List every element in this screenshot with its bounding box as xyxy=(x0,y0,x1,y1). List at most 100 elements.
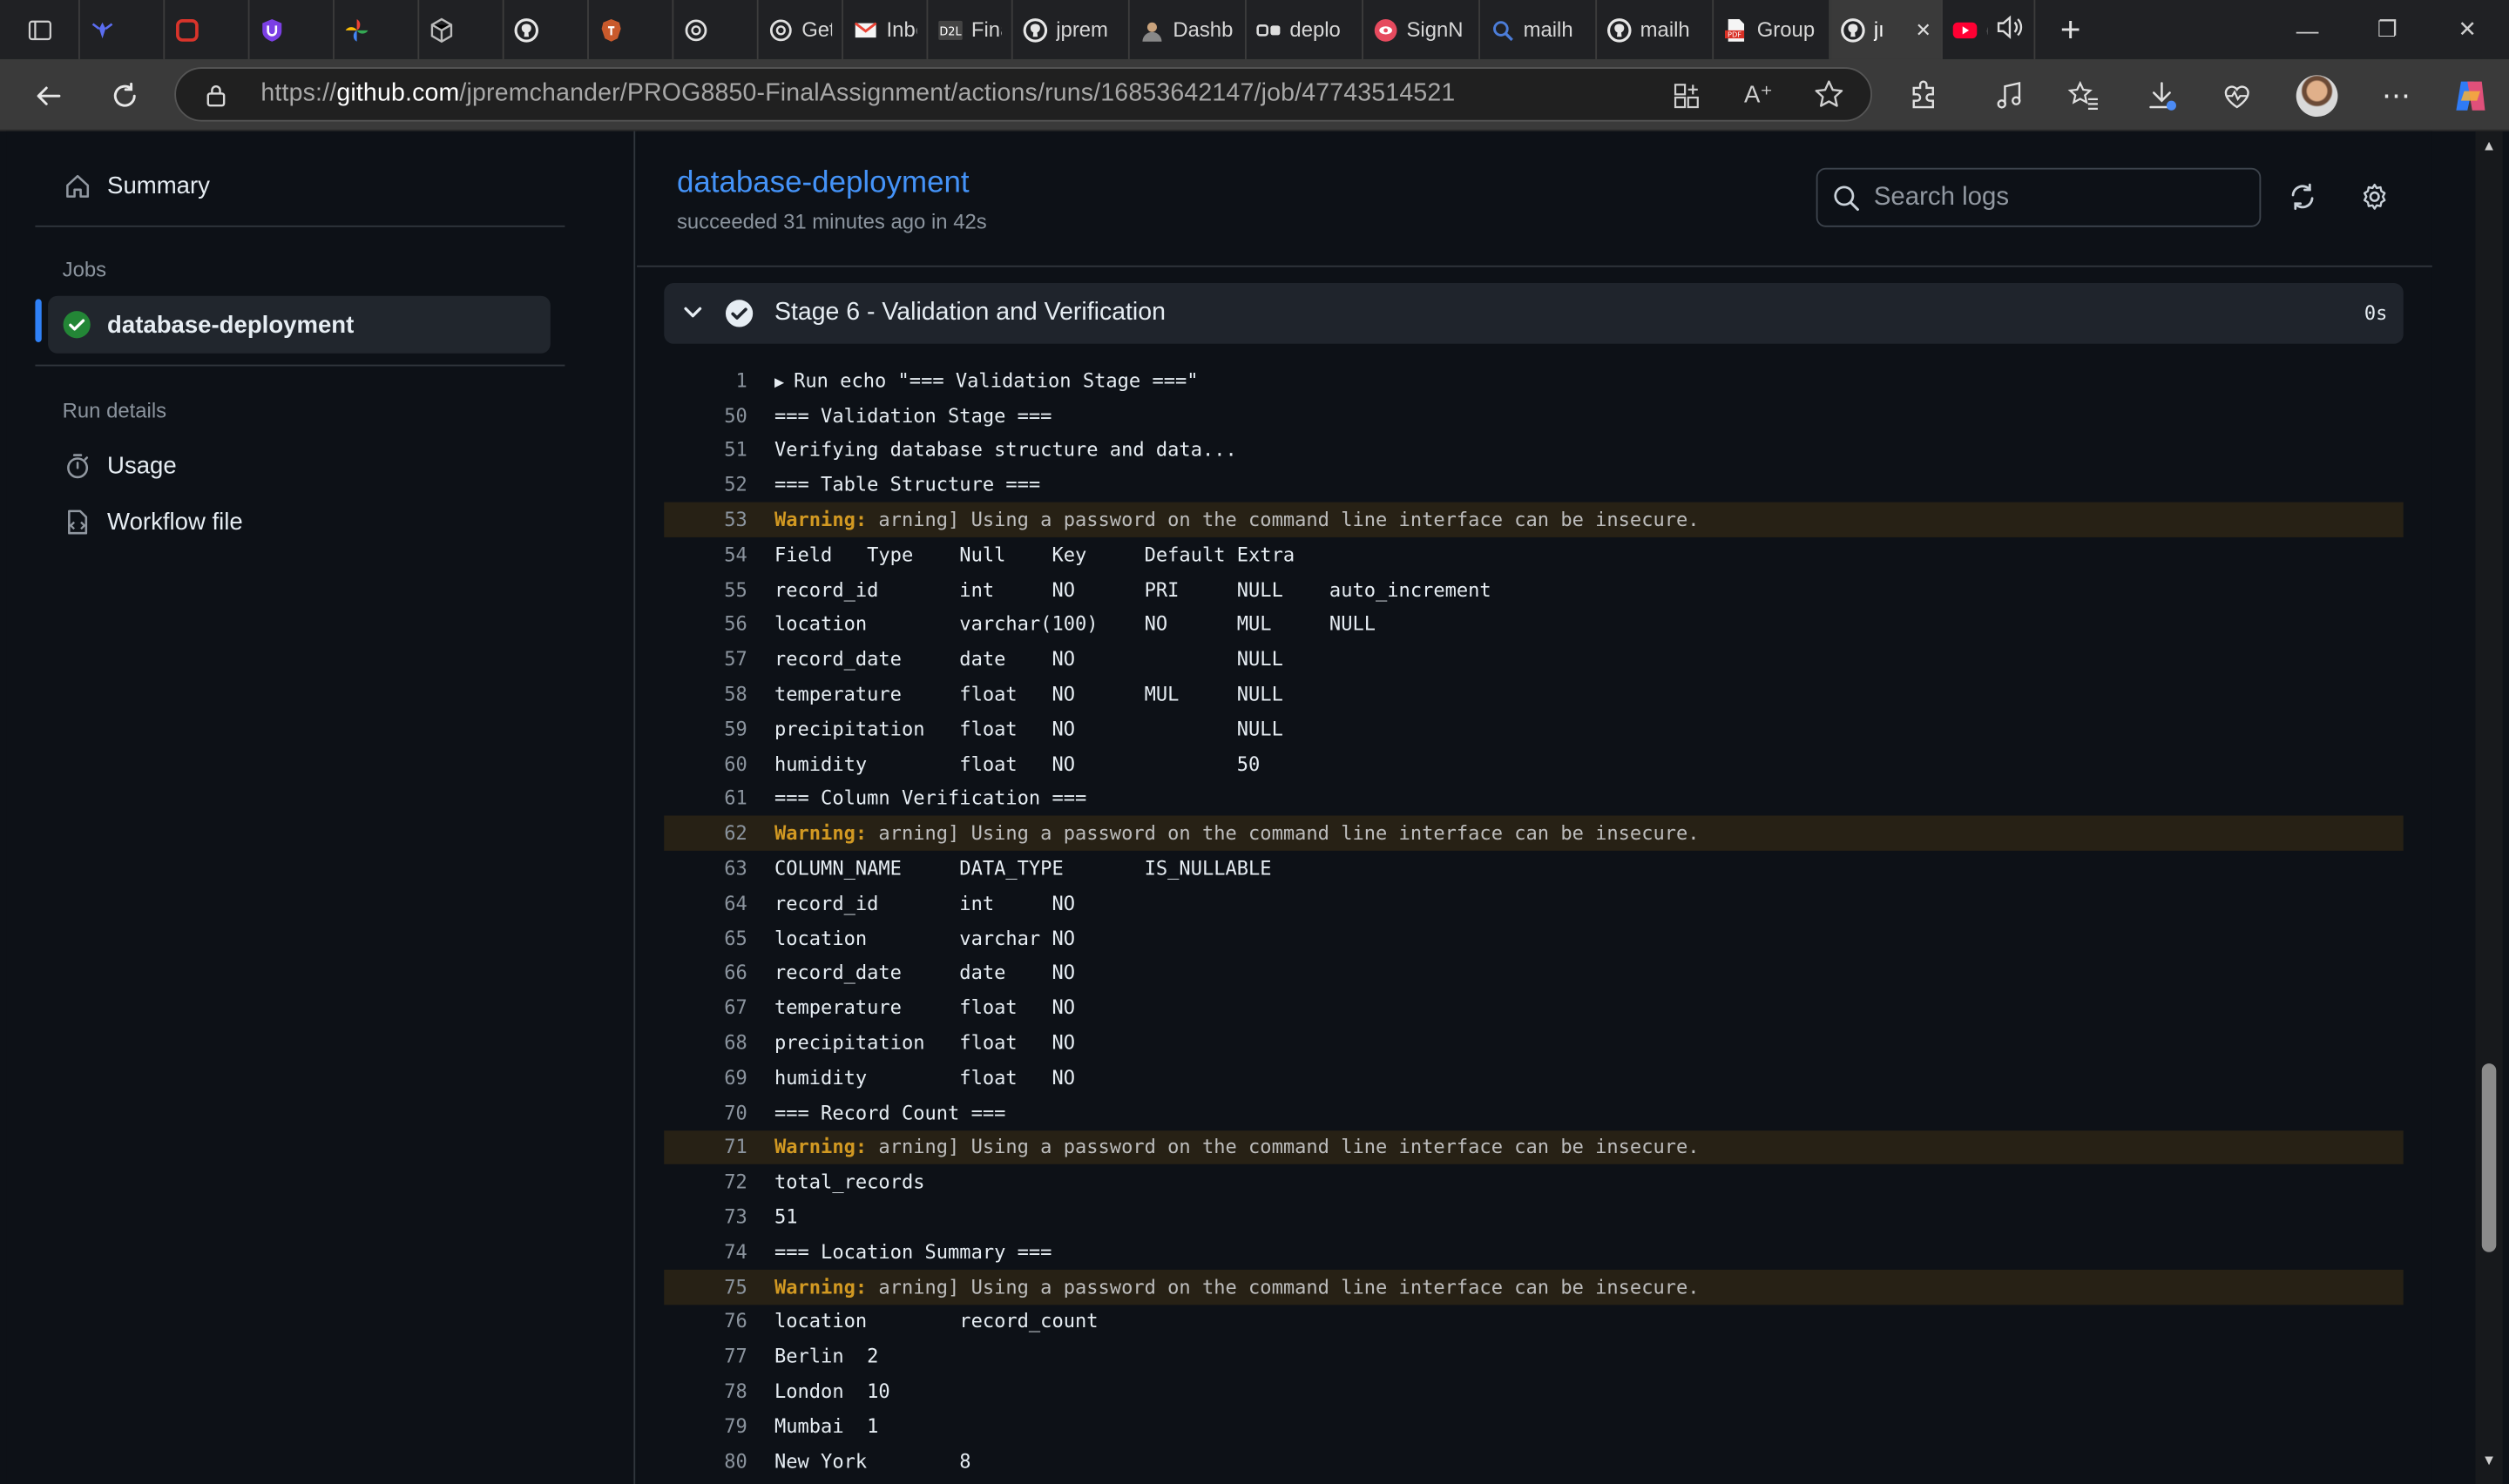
line-number[interactable]: 67 xyxy=(664,996,747,1019)
read-aloud-icon[interactable]: A⁺ xyxy=(1744,80,1773,109)
line-number[interactable]: 60 xyxy=(664,752,747,775)
log-line[interactable]: 70 === Record Count === xyxy=(664,1095,2404,1130)
log-line[interactable]: 64 record_id int NO xyxy=(664,886,2404,921)
browser-tab[interactable]: ( xyxy=(1943,0,2036,59)
minimize-button[interactable]: — xyxy=(2269,0,2345,59)
log-line[interactable]: 52 === Table Structure === xyxy=(664,468,2404,503)
log-line-warning[interactable]: 62 Warning: arning] Using a password on t… xyxy=(664,816,2404,852)
downloads-button[interactable] xyxy=(2136,71,2188,122)
log-line[interactable]: 78 London 10 xyxy=(664,1374,2404,1409)
line-number[interactable]: 51 xyxy=(664,439,747,462)
line-number[interactable]: 70 xyxy=(664,1101,747,1123)
line-number[interactable]: 74 xyxy=(664,1241,747,1264)
line-number[interactable]: 78 xyxy=(664,1380,747,1403)
browser-tab[interactable] xyxy=(504,0,589,59)
line-number[interactable]: 73 xyxy=(664,1206,747,1229)
media-button[interactable] xyxy=(1985,71,2036,122)
log-line[interactable]: 60 humidity float NO 50 xyxy=(664,746,2404,781)
line-number[interactable]: 71 xyxy=(664,1136,747,1158)
favorite-star-icon[interactable] xyxy=(1813,78,1845,118)
browser-tab[interactable]: D2L Final ( xyxy=(928,0,1013,59)
usage-link[interactable]: Usage xyxy=(35,436,563,494)
restore-button[interactable]: ❐ xyxy=(2349,0,2425,59)
browser-tab[interactable]: mailh xyxy=(1597,0,1714,59)
log-line[interactable]: 59 precipitation float NO NULL xyxy=(664,712,2404,746)
browser-tab[interactable] xyxy=(80,0,166,59)
line-number[interactable]: 69 xyxy=(664,1066,747,1089)
log-line[interactable]: 80 New York 8 xyxy=(664,1444,2404,1479)
log-line[interactable]: 63 COLUMN_NAME DATA_TYPE IS_NULLABLE xyxy=(664,851,2404,886)
log-line-warning[interactable]: 75 Warning: arning] Using a password on t… xyxy=(664,1269,2404,1305)
log-line[interactable]: 77 Berlin 2 xyxy=(664,1339,2404,1373)
log-line[interactable]: 61 === Column Verification === xyxy=(664,781,2404,816)
speaker-icon[interactable] xyxy=(1995,15,2024,45)
line-number[interactable]: 68 xyxy=(664,1031,747,1054)
log-line-warning[interactable]: 53 Warning: arning] Using a password on t… xyxy=(664,502,2404,537)
log-line[interactable]: 79 Mumbai 1 xyxy=(664,1409,2404,1444)
log-line[interactable]: 50 === Validation Stage === xyxy=(664,398,2404,433)
app-available-icon[interactable] xyxy=(1672,82,1701,118)
line-number[interactable]: 76 xyxy=(664,1311,747,1333)
browser-tab[interactable]: PDF Group xyxy=(1714,0,1831,59)
job-title[interactable]: database-deployment xyxy=(677,166,970,201)
browser-tab[interactable]: jı ✕ xyxy=(1830,0,1943,59)
browser-tab[interactable]: Dashb xyxy=(1130,0,1247,59)
line-number[interactable]: 63 xyxy=(664,857,747,880)
log-line[interactable]: 56 location varchar(100) NO MUL NULL xyxy=(664,607,2404,642)
browser-tab[interactable]: SignN xyxy=(1363,0,1480,59)
browser-tab[interactable]: mailh xyxy=(1480,0,1598,59)
address-bar[interactable]: https://github.com/jpremchander/PROG8850… xyxy=(174,67,1872,122)
summary-link[interactable]: Summary xyxy=(35,157,563,214)
line-number[interactable]: 54 xyxy=(664,543,747,566)
log-line[interactable]: 57 record_date date NO NULL xyxy=(664,642,2404,677)
line-number[interactable]: 66 xyxy=(664,961,747,984)
favorites-button[interactable] xyxy=(2058,71,2109,122)
new-tab-button[interactable]: + xyxy=(2035,0,2106,59)
browser-tab[interactable] xyxy=(165,0,250,59)
line-number[interactable]: 52 xyxy=(664,474,747,496)
line-number[interactable]: 75 xyxy=(664,1276,747,1298)
log-line[interactable]: 68 precipitation float NO xyxy=(664,1025,2404,1060)
expand-triangle-icon[interactable]: ▶ xyxy=(774,374,794,391)
browser-tab[interactable] xyxy=(673,0,759,59)
log-line[interactable]: 1 ▶ Run echo "=== Validation Stage ===" xyxy=(664,363,2404,398)
log-line[interactable]: 69 humidity float NO xyxy=(664,1060,2404,1095)
line-number[interactable]: 58 xyxy=(664,683,747,705)
browser-tab[interactable] xyxy=(250,0,335,59)
line-number[interactable]: 64 xyxy=(664,892,747,914)
log-line[interactable]: 66 record_date date NO xyxy=(664,955,2404,990)
stage-step-header[interactable]: Stage 6 - Validation and Verification 0s xyxy=(664,283,2404,344)
log-line[interactable]: 76 location record_count xyxy=(664,1304,2404,1339)
scroll-down-icon[interactable]: ▼ xyxy=(2480,1452,2498,1467)
search-logs-input[interactable]: Search logs xyxy=(1816,167,2262,227)
log-settings-button[interactable] xyxy=(2350,172,2398,220)
line-number[interactable]: 77 xyxy=(664,1346,747,1368)
workflow-file-link[interactable]: Workflow file xyxy=(35,493,563,550)
back-button[interactable] xyxy=(23,71,74,122)
tab-actions-button[interactable] xyxy=(0,0,80,59)
line-number[interactable]: 55 xyxy=(664,578,747,601)
browser-tab[interactable]: Inbox xyxy=(843,0,929,59)
copilot-button[interactable] xyxy=(2445,71,2497,122)
line-number[interactable]: 53 xyxy=(664,509,747,531)
log-line[interactable]: 58 temperature float NO MUL NULL xyxy=(664,677,2404,712)
line-number[interactable]: 50 xyxy=(664,404,747,427)
browser-tab[interactable] xyxy=(589,0,674,59)
browser-tab[interactable]: deplo xyxy=(1247,0,1363,59)
log-line[interactable]: 51 Verifying database structure and data.… xyxy=(664,433,2404,468)
chevron-down-icon[interactable] xyxy=(680,299,706,333)
line-number[interactable]: 65 xyxy=(664,927,747,949)
refresh-logs-button[interactable] xyxy=(2279,172,2327,220)
browser-tab[interactable] xyxy=(335,0,420,59)
browser-tab[interactable]: jprem xyxy=(1013,0,1130,59)
extensions-button[interactable] xyxy=(1897,71,1949,122)
profile-button[interactable] xyxy=(2291,71,2343,122)
log-line-warning[interactable]: 71 Warning: arning] Using a password on t… xyxy=(664,1130,2404,1165)
browser-tab[interactable] xyxy=(419,0,504,59)
line-number[interactable]: 62 xyxy=(664,822,747,845)
line-number[interactable]: 79 xyxy=(664,1415,747,1438)
scroll-up-icon[interactable]: ▲ xyxy=(2480,138,2498,153)
close-window-button[interactable]: ✕ xyxy=(2429,0,2506,59)
line-number[interactable]: 1 xyxy=(664,369,747,392)
log-line[interactable]: 74 === Location Summary === xyxy=(664,1234,2404,1269)
